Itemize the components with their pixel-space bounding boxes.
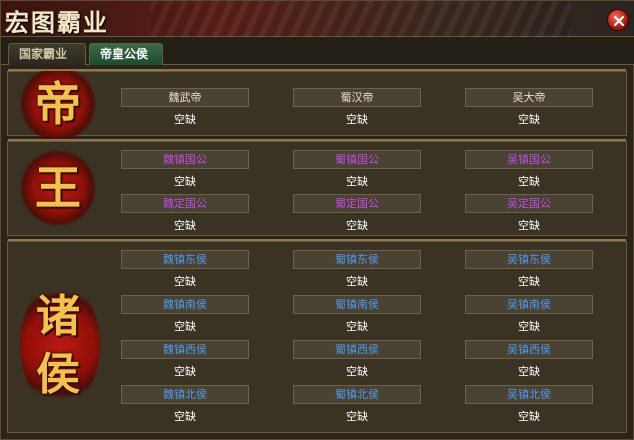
title-holder: 空缺 — [518, 320, 540, 333]
main-window: 宏图霸业 国家霸业 帝皇公侯 帝 魏武帝 空缺 蜀汉帝 空缺 吴大帝 空缺 王 … — [0, 0, 634, 440]
title-name[interactable]: 蜀汉帝 — [293, 88, 421, 107]
title-slot: 吴镇东侯 空缺 — [465, 250, 593, 292]
title-slot: 魏镇国公 空缺 — [121, 150, 249, 192]
title-slot: 蜀镇北侯 空缺 — [293, 385, 421, 427]
tab-emperor-nobles[interactable]: 帝皇公侯 — [89, 43, 163, 65]
title-name[interactable]: 吴镇东侯 — [465, 250, 593, 269]
title-name[interactable]: 魏镇北侯 — [121, 385, 249, 404]
king-section: 王 魏镇国公 空缺 蜀镇国公 空缺 吴镇国公 空缺 魏定国公 空缺 蜀定国公 空… — [7, 139, 627, 236]
title-slot: 魏武帝 空缺 — [121, 88, 249, 130]
title-slot: 魏镇北侯 空缺 — [121, 385, 249, 427]
title-name[interactable]: 魏武帝 — [121, 88, 249, 107]
title-holder: 空缺 — [518, 410, 540, 423]
title-name[interactable]: 魏镇东侯 — [121, 250, 249, 269]
title-holder: 空缺 — [174, 320, 196, 333]
title-holder: 空缺 — [346, 113, 368, 126]
title-slot: 魏定国公 空缺 — [121, 194, 249, 236]
tab-national-hegemony[interactable]: 国家霸业 — [8, 43, 86, 65]
title-holder: 空缺 — [346, 219, 368, 232]
title-name[interactable]: 蜀镇北侯 — [293, 385, 421, 404]
title-holder: 空缺 — [346, 410, 368, 423]
title-holder: 空缺 — [518, 113, 540, 126]
title-slot: 蜀镇国公 空缺 — [293, 150, 421, 192]
title-name[interactable]: 吴定国公 — [465, 194, 593, 213]
title-bar: 宏图霸业 — [1, 1, 634, 37]
title-slot: 吴镇北侯 空缺 — [465, 385, 593, 427]
title-slot: 吴大帝 空缺 — [465, 88, 593, 130]
title-name[interactable]: 蜀镇南侯 — [293, 295, 421, 314]
title-slot: 吴镇南侯 空缺 — [465, 295, 593, 337]
title-holder: 空缺 — [518, 219, 540, 232]
title-holder: 空缺 — [346, 275, 368, 288]
marquis-section: 诸 侯 魏镇东侯 空缺 蜀镇东侯 空缺 吴镇东侯 空缺 魏镇南侯 空缺 蜀镇南侯… — [7, 239, 627, 433]
title-slot: 蜀镇西侯 空缺 — [293, 340, 421, 382]
emperor-emblem-char: 帝 — [35, 77, 81, 131]
title-name[interactable]: 吴镇国公 — [465, 150, 593, 169]
king-emblem-char: 王 — [35, 161, 81, 215]
title-slot: 蜀镇南侯 空缺 — [293, 295, 421, 337]
title-name[interactable]: 魏镇西侯 — [121, 340, 249, 359]
title-holder: 空缺 — [346, 175, 368, 188]
window-title: 宏图霸业 — [5, 8, 109, 37]
title-slot: 吴镇西侯 空缺 — [465, 340, 593, 382]
emperor-section: 帝 魏武帝 空缺 蜀汉帝 空缺 吴大帝 空缺 — [7, 66, 627, 142]
title-holder: 空缺 — [518, 365, 540, 378]
close-button[interactable] — [607, 9, 629, 31]
marquis-emblem-char: 诸 侯 — [36, 291, 80, 400]
title-slot: 蜀汉帝 空缺 — [293, 88, 421, 130]
title-holder: 空缺 — [346, 365, 368, 378]
title-slot: 魏镇南侯 空缺 — [121, 295, 249, 337]
title-holder: 空缺 — [174, 275, 196, 288]
title-slot: 魏镇西侯 空缺 — [121, 340, 249, 382]
title-name[interactable]: 魏镇南侯 — [121, 295, 249, 314]
marquis-emblem: 诸 侯 — [20, 282, 100, 412]
title-slot: 吴定国公 空缺 — [465, 194, 593, 236]
title-name[interactable]: 蜀镇国公 — [293, 150, 421, 169]
title-holder: 空缺 — [518, 275, 540, 288]
title-name[interactable]: 吴大帝 — [465, 88, 593, 107]
title-name[interactable]: 吴镇北侯 — [465, 385, 593, 404]
close-icon — [613, 15, 625, 27]
title-holder: 空缺 — [174, 219, 196, 232]
title-name[interactable]: 魏定国公 — [121, 194, 249, 213]
emperor-emblem: 帝 — [20, 66, 96, 142]
title-name[interactable]: 魏镇国公 — [121, 150, 249, 169]
title-holder: 空缺 — [518, 175, 540, 188]
title-slot: 魏镇东侯 空缺 — [121, 250, 249, 292]
title-name[interactable]: 吴镇南侯 — [465, 295, 593, 314]
title-holder: 空缺 — [174, 175, 196, 188]
title-slot: 吴镇国公 空缺 — [465, 150, 593, 192]
title-holder: 空缺 — [174, 365, 196, 378]
title-holder: 空缺 — [174, 113, 196, 126]
title-name[interactable]: 蜀镇西侯 — [293, 340, 421, 359]
title-holder: 空缺 — [174, 410, 196, 423]
king-emblem: 王 — [20, 150, 96, 226]
title-name[interactable]: 蜀镇东侯 — [293, 250, 421, 269]
title-holder: 空缺 — [346, 320, 368, 333]
title-name[interactable]: 吴镇西侯 — [465, 340, 593, 359]
title-name[interactable]: 蜀定国公 — [293, 194, 421, 213]
title-slot: 蜀镇东侯 空缺 — [293, 250, 421, 292]
tab-bar: 国家霸业 帝皇公侯 — [1, 37, 634, 65]
title-slot: 蜀定国公 空缺 — [293, 194, 421, 236]
